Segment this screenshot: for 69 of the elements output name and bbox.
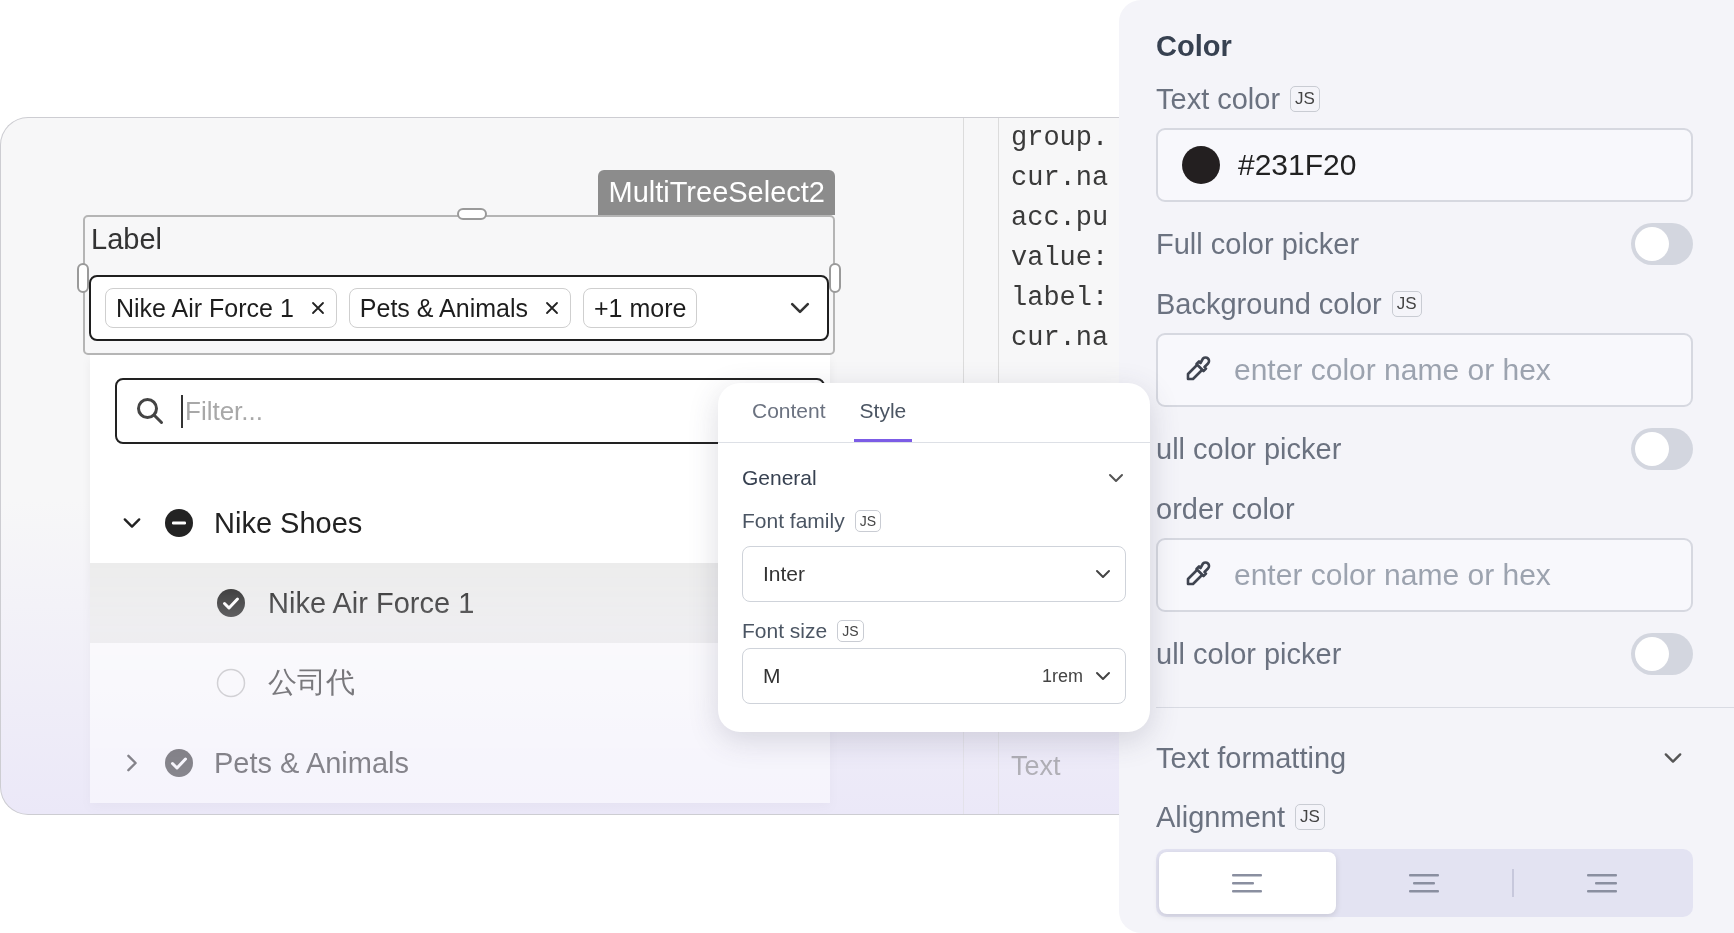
color-swatch[interactable] bbox=[1182, 146, 1220, 184]
field-label: Text color bbox=[1156, 82, 1281, 116]
code-line: group. bbox=[1011, 122, 1109, 155]
code-line: acc.pu bbox=[1011, 202, 1109, 235]
js-badge: JS bbox=[1294, 804, 1325, 830]
tree-item-label: Nike Shoes bbox=[214, 506, 363, 540]
selected-chip[interactable]: +1 more bbox=[583, 288, 698, 328]
field-label: Font family bbox=[742, 509, 845, 533]
select-field[interactable]: Inter bbox=[742, 546, 1126, 602]
color-input[interactable]: enter color name or hex bbox=[1232, 557, 1636, 593]
multi-select-field[interactable]: Nike Air Force 1 Pets & Animals +1 more bbox=[89, 275, 829, 341]
js-badge: JS bbox=[837, 620, 864, 642]
unit-label: 1rem bbox=[1042, 665, 1083, 687]
toggle-switch[interactable] bbox=[1631, 633, 1693, 675]
code-line: label: bbox=[1011, 282, 1109, 315]
close-icon[interactable] bbox=[544, 300, 560, 316]
js-badge: JS bbox=[854, 510, 882, 532]
panel-title: Color bbox=[1156, 29, 1233, 64]
tree-item-label: 公司代 bbox=[268, 665, 355, 700]
field-label: Background color bbox=[1156, 287, 1382, 321]
align-center-icon bbox=[1408, 872, 1439, 894]
field-label: order color bbox=[1156, 492, 1295, 526]
color-value: #231F20 bbox=[1238, 148, 1357, 182]
js-badge: JS bbox=[1290, 86, 1320, 112]
code-line: value: bbox=[1011, 242, 1109, 275]
code-line: cur.na bbox=[1011, 322, 1109, 355]
selected-chip[interactable]: Pets & Animals bbox=[348, 288, 571, 328]
filter-input[interactable]: Filter... bbox=[181, 394, 687, 428]
color-field[interactable]: enter color name or hex bbox=[1156, 333, 1693, 407]
color-input[interactable]: enter color name or hex bbox=[1232, 352, 1636, 388]
text-label: Text bbox=[1011, 750, 1062, 783]
field-label: Alignment bbox=[1156, 800, 1285, 834]
chip-label: Nike Air Force 1 bbox=[116, 293, 294, 323]
align-left-icon bbox=[1232, 872, 1263, 894]
select-value: Inter bbox=[763, 562, 806, 586]
section-header[interactable]: General bbox=[742, 458, 1126, 498]
toggle-switch[interactable] bbox=[1631, 223, 1693, 265]
toggle-label: Full color picker bbox=[1156, 227, 1360, 261]
checked-circle-icon[interactable] bbox=[164, 748, 194, 778]
field-label: Label bbox=[90, 222, 162, 257]
component-tag: MultiTreeSelect2 bbox=[598, 170, 835, 215]
checked-circle-icon[interactable] bbox=[216, 588, 246, 618]
js-badge: JS bbox=[1391, 291, 1422, 317]
close-icon[interactable] bbox=[309, 300, 326, 316]
color-field[interactable]: enter color name or hex bbox=[1156, 538, 1693, 612]
select-field[interactable]: M 1rem bbox=[742, 648, 1126, 704]
tab[interactable]: Style bbox=[853, 383, 913, 442]
resize-handle[interactable] bbox=[829, 263, 841, 293]
tree-item-label: Pets & Animals bbox=[214, 746, 410, 780]
toggle-label: ull color picker bbox=[1156, 637, 1342, 671]
toggle-label: ull color picker bbox=[1156, 432, 1342, 466]
selected-chip[interactable]: Nike Air Force 1 bbox=[105, 288, 337, 328]
select-value: M bbox=[763, 664, 781, 688]
search-icon bbox=[135, 396, 165, 426]
field-label: Font size bbox=[742, 619, 828, 643]
section-header[interactable]: Text formatting bbox=[1156, 731, 1693, 785]
tree-item-label: Nike Air Force 1 bbox=[268, 586, 475, 620]
code-line: cur.na bbox=[1011, 162, 1109, 195]
resize-handle[interactable] bbox=[77, 263, 89, 293]
section-title: Text formatting bbox=[1156, 741, 1347, 775]
align-right-icon bbox=[1586, 872, 1617, 894]
resize-handle[interactable] bbox=[457, 208, 487, 220]
component-frame[interactable]: Label Nike Air Force 1 Pets & Animals +1 more bbox=[83, 215, 835, 355]
minus-circle-icon[interactable] bbox=[164, 508, 194, 538]
chip-label: Pets & Animals bbox=[359, 293, 528, 323]
section-title: General bbox=[742, 466, 817, 490]
chip-label: +1 more bbox=[594, 293, 687, 323]
color-field[interactable]: #231F20 bbox=[1156, 128, 1693, 202]
toggle-switch[interactable] bbox=[1631, 428, 1693, 470]
